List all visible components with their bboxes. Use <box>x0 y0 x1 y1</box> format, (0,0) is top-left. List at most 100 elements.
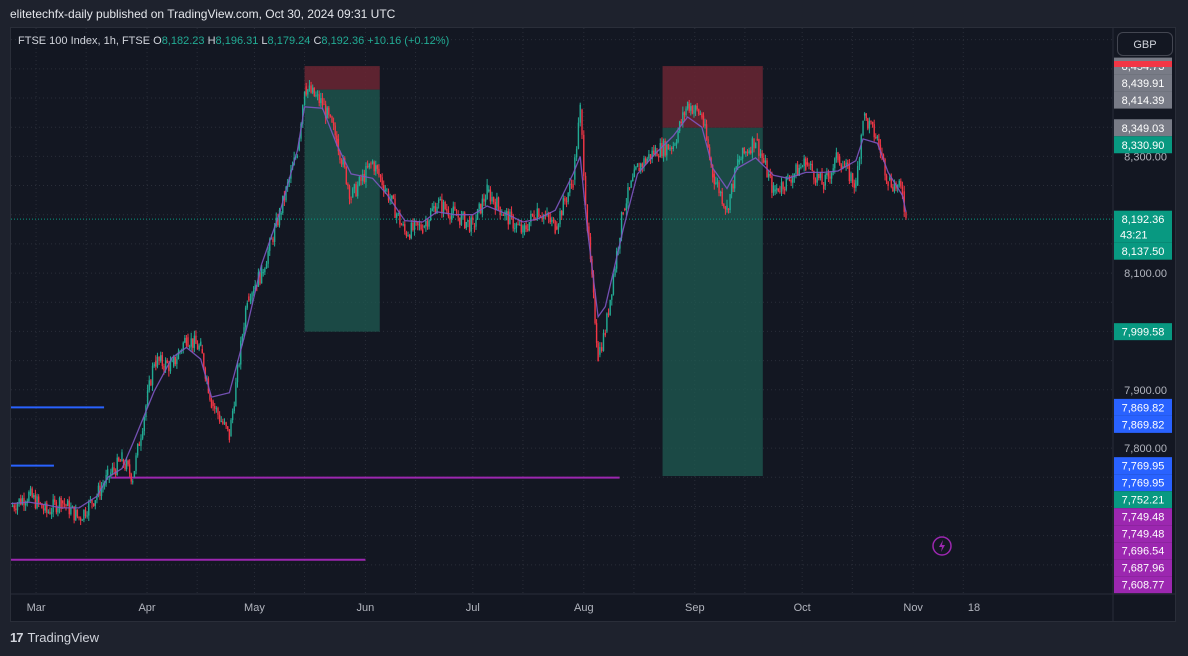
candle-body <box>473 226 476 228</box>
candle-body <box>227 426 229 430</box>
tradingview-logo[interactable]: 17 TradingView <box>10 630 99 645</box>
candle-body <box>599 347 601 355</box>
candle-body <box>184 337 186 343</box>
candle-body <box>795 164 797 174</box>
candle-body <box>792 177 794 183</box>
price-label-text: 7,752.21 <box>1122 495 1165 507</box>
candle-body <box>683 112 686 116</box>
candle-body <box>661 143 663 157</box>
candle-body <box>439 198 441 201</box>
candle-body <box>332 122 335 126</box>
candle-body <box>484 199 487 202</box>
candle-body <box>763 158 765 163</box>
candle-body <box>272 238 274 242</box>
candle-body <box>128 464 131 474</box>
candle-body <box>376 165 379 169</box>
candle-body <box>470 217 472 232</box>
candle-body <box>478 203 480 210</box>
candle-body <box>345 166 348 184</box>
candle-body <box>361 174 364 181</box>
candle-body <box>352 188 354 198</box>
candle-body <box>235 382 237 407</box>
candle-body <box>16 503 19 511</box>
candle-body <box>892 187 894 192</box>
lightning-bolt <box>939 540 945 552</box>
candle-body <box>425 220 427 227</box>
candle-body <box>363 174 366 183</box>
candle-body <box>771 175 773 193</box>
candle-body <box>23 498 25 506</box>
candle-body <box>509 211 511 225</box>
candle-body <box>248 296 250 301</box>
candle-body <box>392 195 395 199</box>
candle-body <box>847 162 849 165</box>
price-label-text: 8,192.36 <box>1122 214 1165 226</box>
candle-body <box>70 507 72 515</box>
candle-body <box>740 158 742 161</box>
candle-body <box>806 162 809 165</box>
candle-body <box>230 420 232 437</box>
candle-body <box>779 191 781 193</box>
candle-body <box>898 180 900 185</box>
candle-body <box>850 173 852 182</box>
candle-body <box>677 131 679 142</box>
tradingview-icon: 17 <box>10 630 24 645</box>
candle-body <box>375 165 377 172</box>
candle-body <box>666 144 668 156</box>
candle-body <box>187 337 189 347</box>
candle-body <box>723 203 725 207</box>
price-chart[interactable]: 8,300.008,100.007,900.007,800.008,454.73… <box>0 0 1188 656</box>
candle-body <box>525 225 527 230</box>
candle-body <box>24 503 27 506</box>
candle-body <box>457 215 459 218</box>
candle-body <box>552 219 555 221</box>
stop-loss-zone <box>662 66 763 128</box>
candle-body <box>691 106 694 114</box>
candle-body <box>718 182 720 194</box>
candle-body <box>633 169 636 178</box>
x-tick-label: Apr <box>138 602 155 614</box>
candle-body <box>701 113 703 118</box>
candle-body <box>528 222 531 231</box>
candle-body <box>497 197 500 207</box>
currency-button[interactable]: GBP <box>1117 32 1173 56</box>
candle-body <box>264 268 266 273</box>
candle-body <box>353 184 356 189</box>
take-profit-zone <box>304 89 380 332</box>
candle-body <box>426 220 429 227</box>
candle-body <box>885 175 888 182</box>
candle-body <box>533 215 535 220</box>
candle-body <box>759 153 762 156</box>
candle-body <box>185 337 188 346</box>
candle-body <box>606 313 608 332</box>
candle-body <box>635 167 637 170</box>
candle-body <box>819 173 822 179</box>
candle-body <box>774 189 776 192</box>
candle-body <box>838 156 841 165</box>
candle-body <box>834 158 836 169</box>
candle-body <box>210 399 213 408</box>
candle-body <box>868 121 871 129</box>
countdown-label: 43:21 <box>1120 230 1148 242</box>
price-label-text: 7,869.82 <box>1122 419 1165 431</box>
candle-body <box>78 516 80 519</box>
candle-body <box>780 182 783 192</box>
candle-body <box>454 206 456 210</box>
x-tick-label: Jul <box>466 602 480 614</box>
candle-body <box>340 159 343 165</box>
candle-body <box>667 144 670 150</box>
candle-body <box>480 203 482 214</box>
candle-body <box>373 162 375 172</box>
candle-body <box>252 290 255 293</box>
candle-body <box>130 473 132 482</box>
change-value: +10.16 (+0.12%) <box>367 35 450 47</box>
candle-body <box>821 173 823 185</box>
candle-body <box>878 138 880 145</box>
candle-body <box>680 121 682 124</box>
candle-body <box>246 303 248 308</box>
candle-body <box>856 166 859 186</box>
candle-body <box>559 210 561 225</box>
candle-body <box>195 335 197 344</box>
candle-body <box>132 481 134 483</box>
candle-body <box>888 177 891 180</box>
